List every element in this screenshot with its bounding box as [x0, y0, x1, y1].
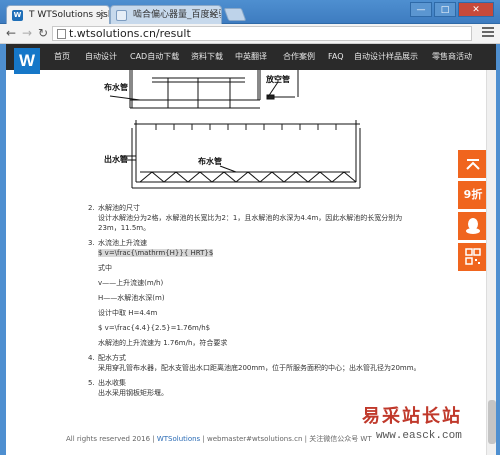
wt-favicon-icon: W: [12, 10, 23, 21]
new-tab-button[interactable]: [223, 8, 247, 21]
reload-icon[interactable]: ↻: [36, 26, 50, 40]
tab-baidu-jingyan[interactable]: 啮合偏心器量_百度经验 ×: [110, 5, 222, 24]
maximize-button[interactable]: □: [434, 2, 456, 17]
tab-wtsolutions[interactable]: W T WTSolutions sjsh1 ×: [6, 5, 110, 24]
list-item-upflow-velocity: 3. 水流池上升流速 $ v=\frac{\mathrm{H}}{ HRT}$: [88, 239, 214, 257]
nav-home[interactable]: 首页: [54, 44, 70, 70]
discount-button[interactable]: 9折: [458, 181, 488, 209]
window-edge-right: [496, 44, 500, 455]
forward-arrow-icon[interactable]: →: [20, 26, 34, 40]
label-distribution-pipe-top: 布水管: [103, 82, 128, 92]
close-window-button[interactable]: ✕: [458, 2, 494, 17]
browser-titlebar: W T WTSolutions sjsh1 × 啮合偏心器量_百度经验 × — …: [0, 0, 500, 24]
site-watermark: 易采站长站 www.easck.com: [362, 406, 462, 442]
window-controls: — □ ✕: [410, 2, 494, 17]
floating-sidebar: 9折: [458, 150, 488, 274]
label-outlet-pipe: 出水管: [104, 154, 128, 164]
list-item-water-distribution: 4. 配水方式 采用穿孔管布水器，配水支管出水口距离池底200mm，位于所服务面…: [88, 354, 421, 372]
window-edge-left: [0, 44, 6, 455]
page-icon: [57, 29, 66, 39]
nav-cad-download[interactable]: CAD自动下载: [130, 44, 179, 70]
highlighted-formula[interactable]: $ v=\frac{\mathrm{H}}{ HRT}$: [98, 249, 214, 257]
nav-resource-download[interactable]: 资料下载: [191, 44, 223, 70]
qr-code-icon: [458, 243, 488, 282]
footer-wtsolutions-link[interactable]: WTSolutions: [157, 435, 200, 443]
url-text: t.wtsolutions.cn/result: [69, 27, 191, 40]
nav-faq[interactable]: FAQ: [328, 44, 344, 70]
page-footer: All rights reserved 2016 | WTSolutions |…: [66, 435, 372, 443]
tab-close-icon[interactable]: ×: [209, 6, 217, 24]
hydrolysis-tank-diagram: 布水管 放空管 出水管 布水管: [103, 70, 361, 189]
back-to-top-button[interactable]: [458, 150, 488, 178]
wt-logo[interactable]: W: [14, 48, 40, 74]
site-nav-bar: W 首页 自动设计 CAD自动下载 资料下载 中英翻译 合作案例 FAQ 自动设…: [6, 44, 496, 74]
list-item-effluent-collection: 5. 出水收集 出水采用钢板矩形堰。: [88, 379, 168, 397]
nav-auto-design[interactable]: 自动设计: [85, 44, 117, 70]
nav-translation[interactable]: 中英翻译: [235, 44, 267, 70]
browser-toolbar: ← → ↻ t.wtsolutions.cn/result: [0, 24, 500, 44]
article-content: 2. 水解池的尺寸 设计水解池分为2格，水解池的长宽比为2：1，且水解池的水深为…: [88, 203, 458, 398]
qr-code-button[interactable]: [458, 243, 488, 271]
nav-cases[interactable]: 合作案例: [283, 44, 315, 70]
list-item-tank-size: 2. 水解池的尺寸 设计水解池分为2格，水解池的长宽比为2：1，且水解池的水深为…: [88, 204, 403, 232]
minimize-button[interactable]: —: [410, 2, 432, 17]
nav-retail[interactable]: 零售商活动: [432, 44, 472, 70]
page-favicon-icon: [116, 10, 127, 21]
browser-menu-icon[interactable]: [482, 27, 494, 39]
formula-block: 式中 v——上升流速(m/h) H——水解池水深(m) 设计中取 H=4.4m …: [98, 264, 228, 347]
nav-samples[interactable]: 自动设计样品展示: [354, 44, 418, 70]
page-scrollbar[interactable]: [486, 70, 496, 455]
label-distribution-pipe-bottom: 布水管: [197, 156, 222, 166]
label-drain-pipe: 放空管: [265, 74, 290, 84]
qq-button[interactable]: [458, 212, 488, 240]
tab-close-icon[interactable]: ×: [97, 6, 105, 24]
back-arrow-icon[interactable]: ←: [4, 26, 18, 40]
address-bar[interactable]: t.wtsolutions.cn/result: [52, 26, 472, 41]
